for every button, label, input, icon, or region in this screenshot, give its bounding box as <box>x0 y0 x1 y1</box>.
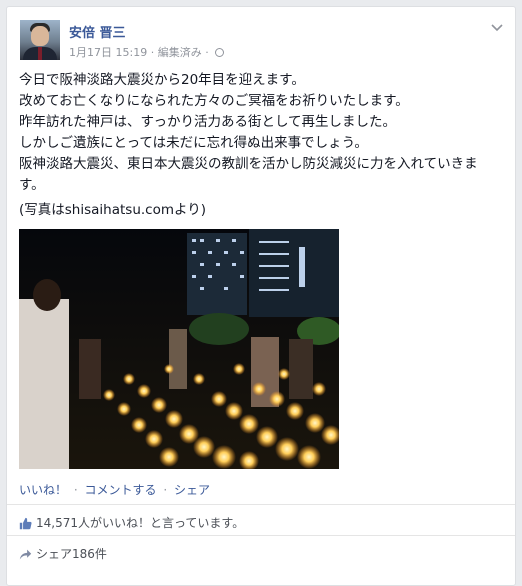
post-text-line: 阪神淡路大震災、東日本大震災の教訓を活かし防災減災に力を入れていきま <box>19 156 478 172</box>
divider <box>7 504 515 505</box>
shares-count-text[interactable]: シェア186件 <box>36 547 107 561</box>
post-photo[interactable] <box>19 229 339 469</box>
candle-memorial-image <box>19 229 339 469</box>
post-card: 安倍 晋三 1月17日 15:19 · 編集済み · 今日で阪神淡路大震災から2… <box>6 6 516 586</box>
post-actions: いいね！ · コメントする · シェア <box>19 481 210 498</box>
meta-separator: · <box>150 46 155 59</box>
likes-summary: 14,571人がいいね！と言っています。 <box>19 514 244 533</box>
post-timestamp[interactable]: 1月17日 15:19 <box>69 46 147 59</box>
chevron-down-icon[interactable] <box>491 21 503 35</box>
author-name[interactable]: 安倍 晋三 <box>69 22 126 41</box>
photo-credit: (写真はshisaihatsu.comより) <box>19 202 206 218</box>
share-link[interactable]: シェア <box>174 483 210 497</box>
like-link[interactable]: いいね！ <box>19 483 67 497</box>
divider <box>7 535 515 536</box>
post-text-line: 昨年訪れた神戸は、すっかり活力ある街として再生しました。 <box>19 114 397 130</box>
post-meta: 1月17日 15:19 · 編集済み · <box>69 44 225 60</box>
avatar[interactable] <box>20 20 60 60</box>
action-separator: · <box>163 483 168 497</box>
thumbs-up-icon <box>19 517 32 533</box>
shares-summary: シェア186件 <box>19 545 107 564</box>
edited-label[interactable]: 編集済み <box>158 46 202 59</box>
action-separator: · <box>73 483 78 497</box>
post-text-line: 改めてお亡くなりになられた方々のご冥福をお祈りいたします。 <box>19 93 409 109</box>
globe-icon[interactable] <box>215 48 225 57</box>
meta-separator: · <box>205 46 209 59</box>
post-text-line: しかしご遺族にとっては未だに忘れ得ぬ出来事でしょう。 <box>19 135 368 151</box>
post-text-line: す。 <box>19 177 45 193</box>
likes-count-text[interactable]: 14,571人がいいね！と言っています。 <box>36 516 244 530</box>
post-text: 今日で阪神淡路大震災から20年目を迎えます。 改めてお亡くなりになられた方々のご… <box>19 70 505 196</box>
share-arrow-icon <box>19 548 32 564</box>
post-text-line: 今日で阪神淡路大震災から20年目を迎えます。 <box>19 72 305 88</box>
comment-link[interactable]: コメントする <box>85 483 157 497</box>
